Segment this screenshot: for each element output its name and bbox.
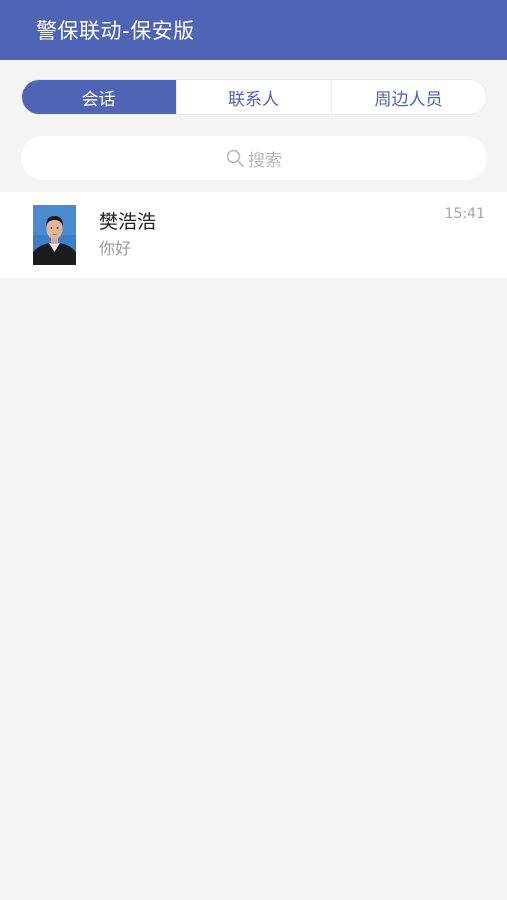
tabs-area: 会话 联系人 周边人员	[0, 60, 507, 134]
app-title: 警保联动-保安版	[36, 19, 195, 43]
tab-nearby-people[interactable]: 周边人员	[330, 80, 486, 114]
avatar	[33, 205, 76, 265]
conversation-list: 樊浩浩 你好 15:41	[0, 192, 507, 278]
tab-conversations[interactable]: 会话	[21, 80, 176, 114]
user-photo-icon	[33, 205, 76, 265]
conversation-text: 樊浩浩 你好	[99, 209, 156, 261]
conversation-item[interactable]: 樊浩浩 你好 15:41	[0, 192, 507, 278]
app-header: 警保联动-保安版	[0, 0, 507, 60]
search-placeholder: 搜索	[248, 150, 282, 171]
segmented-tabs: 会话 联系人 周边人员	[20, 79, 487, 115]
message-time: 15:41	[444, 206, 485, 222]
search-area: 搜索	[0, 134, 507, 192]
contact-name: 樊浩浩	[99, 211, 157, 233]
tab-contacts[interactable]: 联系人	[175, 80, 331, 114]
last-message: 你好	[99, 239, 132, 258]
search-icon	[226, 149, 244, 167]
search-input[interactable]: 搜索	[20, 136, 487, 180]
